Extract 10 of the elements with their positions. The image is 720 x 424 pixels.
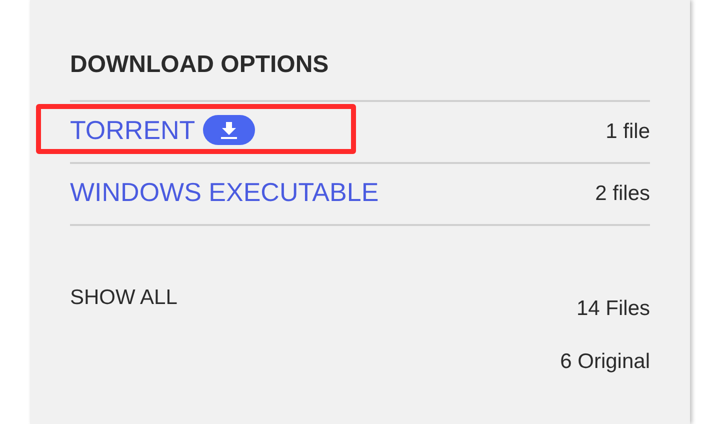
download-badge[interactable] [203, 115, 256, 145]
file-count: 1 file [606, 119, 650, 145]
section-title: DOWNLOAD OPTIONS [70, 50, 329, 80]
show-all-link[interactable]: SHOW ALL [70, 286, 178, 310]
file-count: 2 files [595, 181, 650, 207]
file-count: 14 Files [576, 296, 650, 322]
original-count: 6 Original [560, 349, 650, 375]
download-icon [220, 121, 238, 139]
download-option-link[interactable]: WINDOWS EXECUTABLE [70, 177, 379, 207]
download-option-link[interactable]: TORRENT [70, 115, 196, 145]
